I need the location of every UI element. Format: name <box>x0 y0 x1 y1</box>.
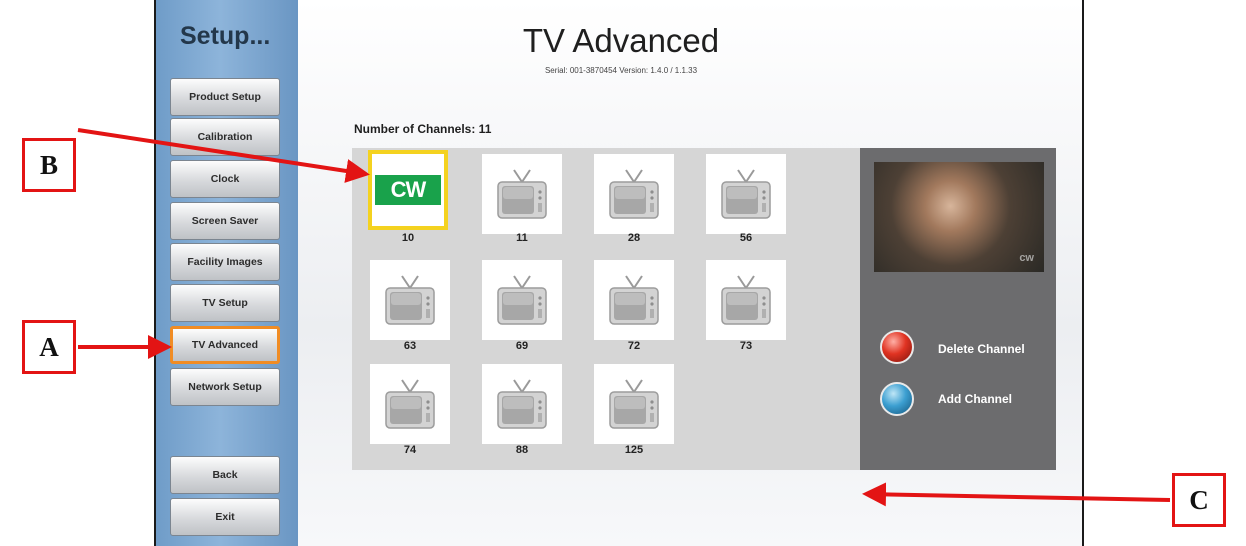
arrow-c <box>862 482 1171 507</box>
arrow-b <box>77 128 370 183</box>
annotation-arrows <box>77 128 1171 507</box>
